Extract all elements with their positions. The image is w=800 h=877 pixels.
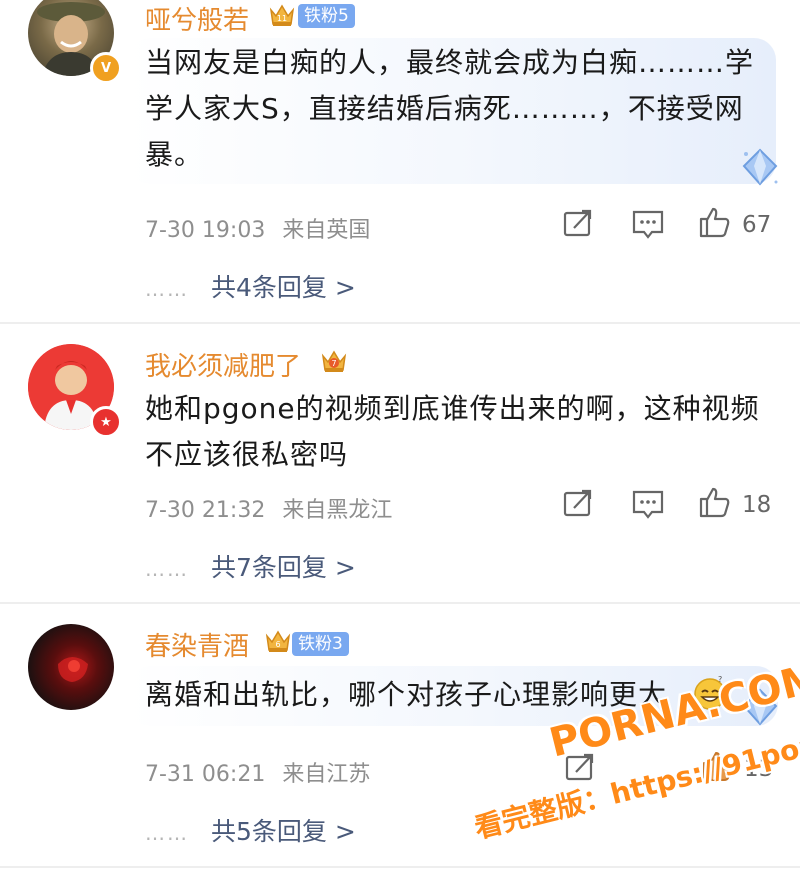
share-icon[interactable] (562, 752, 598, 784)
share-icon[interactable] (560, 488, 596, 520)
divider (0, 866, 800, 868)
crown-level: 11 (277, 14, 287, 23)
crown-icon: 11 (269, 4, 295, 26)
comment-item: ★ 我必须减肥了 7 她和pgone的视频到底谁传出来的啊，这种视频不应该很私密… (0, 322, 800, 602)
avatar[interactable] (28, 624, 114, 710)
crown-level: 6 (275, 640, 280, 649)
diamond-sticker-icon (742, 688, 778, 726)
reply-icon[interactable] (630, 208, 666, 240)
like-count: 67 (742, 212, 772, 238)
username[interactable]: 哑兮般若 (145, 0, 249, 37)
comment-item: 春染青酒 6 铁粉3 离婚和出轨比，哪个对孩子心理影响更大 ? 7-31 06:… (0, 602, 800, 872)
username[interactable]: 春染青酒 (145, 626, 249, 663)
comment-item: V 哑兮般若 11 铁粉5 当网友是白痴的人，最终就会成为白痴………学学人家大S… (0, 0, 800, 322)
comment-location: 来自英国 (282, 218, 371, 243)
verified-badge-icon: V (90, 52, 122, 84)
crown-icon: 6 (265, 630, 291, 652)
avatar-image (58, 657, 88, 682)
share-icon[interactable] (560, 208, 596, 240)
reply-summary[interactable]: …… 共4条回复 > (145, 268, 356, 304)
comment-meta: 7-31 06:21 来自江苏 (145, 756, 370, 788)
svg-text:?: ? (718, 675, 722, 684)
like-count: 13 (744, 756, 774, 782)
reply-summary[interactable]: …… 共7条回复 > (145, 548, 356, 584)
diamond-sticker-icon (742, 148, 778, 186)
reply-dots: …… (145, 557, 189, 581)
comment-text: 当网友是白痴的人，最终就会成为白痴………学学人家大S，直接结婚后病死………，不接… (145, 46, 755, 171)
grin-emoji-icon: ? (694, 675, 726, 710)
fan-badge: 铁粉5 (298, 4, 355, 28)
comment-meta: 7-30 21:32 来自黑龙江 (145, 492, 392, 524)
comment-time: 7-30 21:32 (145, 498, 266, 523)
reply-count-link[interactable]: 共5条回复 > (211, 817, 356, 846)
reply-icon[interactable] (630, 488, 666, 520)
fan-badge: 铁粉3 (292, 632, 349, 656)
reply-count-link[interactable]: 共4条回复 > (211, 273, 356, 302)
like-icon[interactable] (700, 750, 736, 782)
star-badge-icon: ★ (90, 406, 122, 438)
like-icon[interactable] (697, 486, 733, 518)
username[interactable]: 我必须减肥了 (145, 346, 301, 383)
reply-summary[interactable]: …… 共5条回复 > (145, 812, 356, 848)
crown-level: 7 (331, 359, 336, 368)
comment-location: 来自黑龙江 (282, 498, 393, 523)
comment-location: 来自江苏 (282, 762, 371, 787)
like-count: 18 (742, 492, 772, 518)
reply-dots: …… (145, 821, 189, 845)
comment-meta: 7-30 19:03 来自英国 (145, 212, 370, 244)
comment-text: 她和pgone的视频到底谁传出来的啊，这种视频不应该很私密吗 (145, 392, 760, 471)
reply-dots: …… (145, 277, 189, 301)
reply-count-link[interactable]: 共7条回复 > (211, 553, 356, 582)
crown-icon: 7 (321, 350, 347, 372)
comment-text: 离婚和出轨比，哪个对孩子心理影响更大 (145, 678, 668, 711)
comment-time: 7-30 19:03 (145, 218, 266, 243)
comment-time: 7-31 06:21 (145, 762, 266, 787)
like-icon[interactable] (697, 206, 733, 238)
